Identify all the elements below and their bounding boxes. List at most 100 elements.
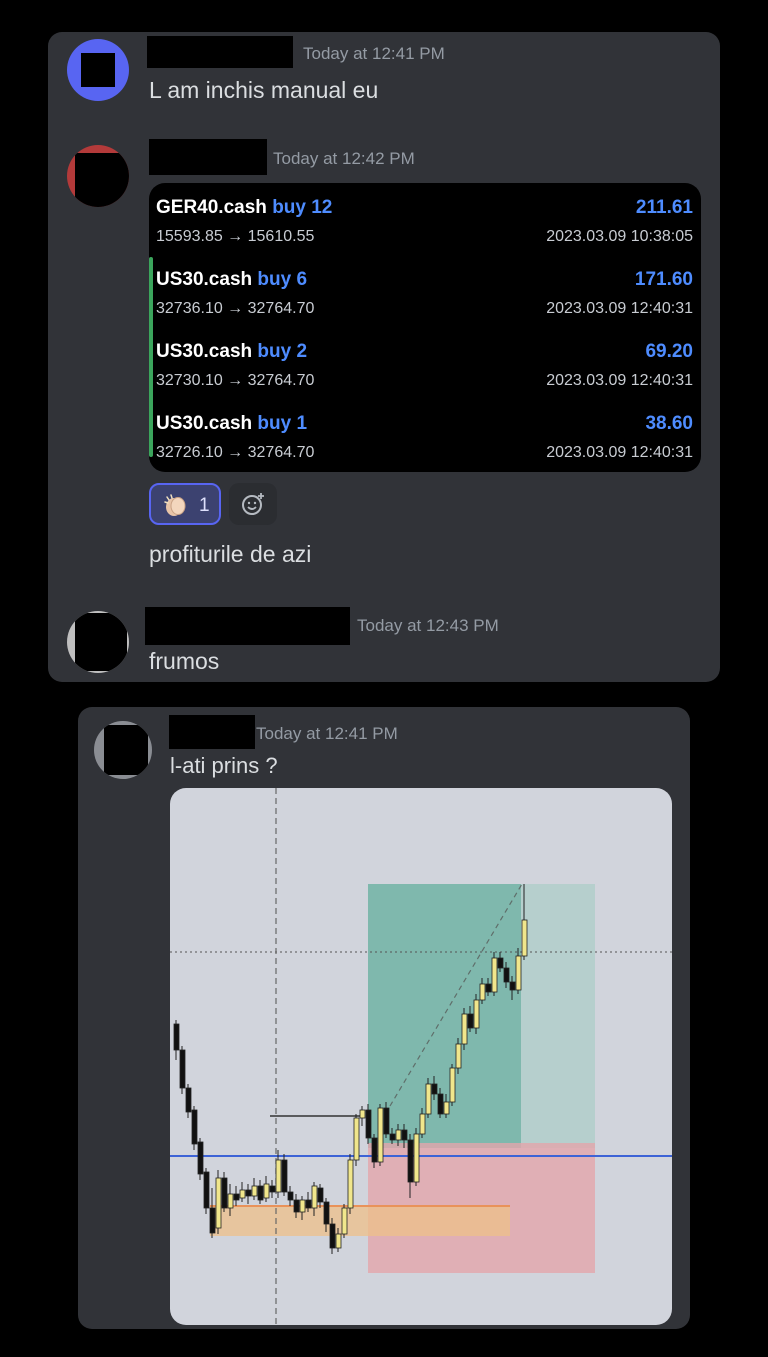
demand-zone — [210, 1206, 510, 1236]
candlestick-chart — [170, 788, 672, 1325]
trade-side: buy 12 — [272, 197, 333, 218]
candle-body — [389, 1133, 396, 1141]
candle-body — [209, 1207, 216, 1234]
candle-body — [269, 1185, 276, 1193]
candle-body — [335, 1233, 342, 1249]
candle-body — [395, 1129, 402, 1141]
trade-profit: 38.60 — [645, 413, 693, 434]
candle-body — [407, 1139, 414, 1183]
trade-time: 2023.03.09 12:40:31 — [546, 444, 693, 461]
candle-body — [245, 1189, 252, 1197]
candle-body — [317, 1187, 324, 1203]
username-redacted[interactable] — [147, 36, 293, 68]
avatar-redaction — [81, 53, 115, 87]
message-text: frumos — [149, 648, 220, 674]
candle-body — [425, 1083, 432, 1115]
trade-row: US30.cash buy 2 69.20 32730.10 → 32764.7… — [149, 327, 701, 399]
candle-body — [185, 1087, 192, 1113]
candle-body — [473, 999, 480, 1029]
add-reaction-button[interactable] — [229, 483, 277, 525]
candle-body — [227, 1193, 234, 1209]
candle-body — [479, 983, 486, 1001]
candle-body — [347, 1159, 354, 1209]
clapping-hands-icon — [164, 494, 186, 516]
candle-body — [461, 1013, 468, 1045]
candle-body — [275, 1159, 282, 1193]
candle-body — [233, 1193, 240, 1201]
chart-image[interactable] — [170, 788, 672, 1325]
reaction-count: 1 — [199, 495, 210, 516]
add-emoji-icon — [242, 493, 264, 515]
trade-symbol: US30.cash — [156, 341, 253, 362]
candle-body — [437, 1093, 444, 1115]
candle-body — [305, 1199, 312, 1209]
candle-body — [329, 1223, 336, 1249]
message-text: L am inchis manual eu — [149, 77, 379, 103]
candle-body — [239, 1189, 246, 1199]
candle-body — [401, 1129, 408, 1141]
candle-body — [419, 1113, 426, 1135]
candle-body — [179, 1049, 186, 1089]
trade-profit: 69.20 — [645, 341, 693, 362]
candle-body — [515, 955, 522, 991]
trade-row: GER40.cash buy 12 211.61 15593.85 → 1561… — [149, 183, 701, 255]
username-redacted[interactable] — [145, 607, 350, 645]
candle-body — [353, 1117, 360, 1161]
trade-prices: 32726.10 → 32764.70 — [156, 444, 315, 461]
trade-profit: 211.61 — [635, 197, 693, 218]
avatar[interactable] — [67, 145, 129, 207]
trade-row: US30.cash buy 1 38.60 32726.10 → 32764.7… — [149, 399, 701, 471]
candle-body — [497, 957, 504, 969]
candle-body — [443, 1101, 450, 1115]
trade-symbol: US30.cash — [156, 269, 253, 290]
candle-body — [287, 1191, 294, 1201]
username-redacted[interactable] — [169, 715, 255, 749]
avatar[interactable] — [67, 39, 129, 101]
trade-side: buy 2 — [257, 341, 308, 362]
avatar-redaction — [104, 725, 148, 775]
avatar[interactable] — [67, 611, 129, 673]
message-timestamp: Today at 12:43 PM — [357, 616, 499, 635]
candle-body — [191, 1109, 198, 1145]
candle-body — [371, 1137, 378, 1163]
avatar[interactable] — [94, 721, 152, 779]
trade-time: 2023.03.09 12:40:31 — [546, 300, 693, 317]
candle-body — [293, 1199, 300, 1213]
candle-body — [431, 1083, 438, 1095]
message-text: profiturile de azi — [149, 541, 312, 567]
message-timestamp: Today at 12:41 PM — [256, 724, 398, 743]
message-timestamp: Today at 12:42 PM — [273, 149, 415, 168]
candle-body — [455, 1043, 462, 1069]
trade-prices: 15593.85 → 15610.55 — [156, 228, 315, 245]
avatar-redaction — [75, 153, 129, 207]
candle-body — [215, 1177, 222, 1229]
trade-prices: 32736.10 → 32764.70 — [156, 300, 315, 317]
trade-symbol: GER40.cash — [156, 197, 267, 218]
candle-body — [467, 1013, 474, 1029]
trade-side: buy 1 — [257, 413, 308, 434]
reaction-clap[interactable]: 1 — [149, 483, 221, 525]
message-text: l-ati prins ? — [170, 753, 278, 778]
candle-body — [221, 1177, 228, 1209]
candle-body — [491, 957, 498, 993]
candle-body — [203, 1171, 210, 1209]
candle-body — [503, 967, 510, 983]
trade-side: buy 6 — [257, 269, 308, 290]
username-redacted[interactable] — [149, 139, 267, 175]
trade-time: 2023.03.09 10:38:05 — [546, 228, 693, 245]
trade-embed: GER40.cash buy 12 211.61 15593.85 → 1561… — [149, 183, 701, 472]
candle-body — [377, 1107, 384, 1163]
candle-body — [251, 1185, 258, 1197]
message-timestamp: Today at 12:41 PM — [303, 44, 445, 63]
chat-card-top: Today at 12:41 PM L am inchis manual eu … — [48, 32, 720, 682]
candle-body — [323, 1201, 330, 1225]
candle-body — [341, 1207, 348, 1235]
candle-body — [521, 919, 528, 957]
trade-profit: 171.60 — [634, 269, 693, 290]
trade-prices: 32730.10 → 32764.70 — [156, 372, 315, 389]
candle-body — [311, 1185, 318, 1209]
candle-body — [299, 1199, 306, 1213]
chat-card-bottom: Today at 12:41 PM l-ati prins ? — [78, 707, 690, 1329]
candle-body — [413, 1133, 420, 1183]
candle-body — [383, 1107, 390, 1135]
